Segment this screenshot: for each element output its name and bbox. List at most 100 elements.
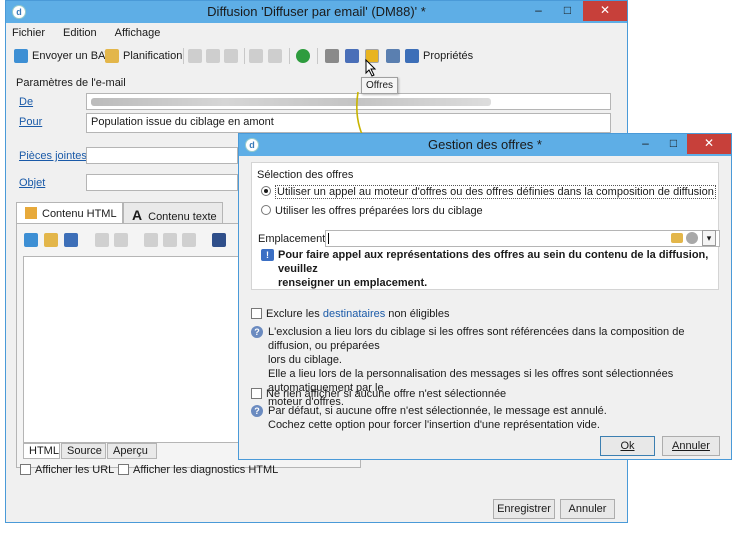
planning-button[interactable]: Planification xyxy=(105,47,182,65)
new-icon[interactable] xyxy=(24,233,38,247)
location-info-text: Pour faire appel aux représentations des… xyxy=(278,248,718,290)
main-toolbar: Envoyer un BAT Planification Propriétés xyxy=(9,45,624,67)
attachments-field[interactable] xyxy=(86,147,238,164)
tab-html-content[interactable]: Contenu HTML xyxy=(16,202,123,224)
redo-icon[interactable] xyxy=(268,49,282,63)
from-label[interactable]: De xyxy=(19,96,33,108)
tab-text-content[interactable]: A Contenu texte xyxy=(123,202,223,224)
offers-dialog: d Gestion des offres * – □ ✕ Sélection d… xyxy=(238,133,732,460)
show-urls-label: Afficher les URL xyxy=(35,464,115,476)
show-html-diag-checkbox[interactable] xyxy=(118,464,129,475)
location-info-line-2: renseigner un emplacement. xyxy=(278,277,428,289)
redo-icon[interactable] xyxy=(114,233,128,247)
attachments-label[interactable]: Pièces jointes xyxy=(19,150,87,162)
to-label[interactable]: Pour xyxy=(19,116,42,128)
location-field[interactable] xyxy=(325,230,720,247)
properties-icon xyxy=(405,49,419,63)
exclude-recipients-checkbox[interactable] xyxy=(251,308,262,319)
copy-icon[interactable] xyxy=(188,49,202,63)
menu-edit[interactable]: Edition xyxy=(60,25,100,41)
toolbar-separator xyxy=(289,48,290,64)
location-info-line-1: Pour faire appel aux représentations des… xyxy=(278,249,709,275)
toolbar-separator xyxy=(317,48,318,64)
refresh-icon[interactable] xyxy=(296,49,310,63)
dialog-maximize-button[interactable]: □ xyxy=(660,134,687,154)
radio-offer-engine[interactable] xyxy=(261,186,271,196)
text-content-icon: A xyxy=(132,207,143,223)
no-offer-option[interactable]: Ne rien afficher si aucune offre n'est s… xyxy=(251,388,506,400)
cancel-button[interactable]: Annuler xyxy=(560,499,615,519)
calendar-icon xyxy=(105,49,119,63)
save-button[interactable]: Enregistrer xyxy=(493,499,555,519)
properties-button[interactable]: Propriétés xyxy=(405,47,473,65)
html-content-icon xyxy=(25,207,37,219)
ok-button[interactable]: Ok xyxy=(600,436,655,456)
to-field[interactable]: Population issue du ciblage en amont xyxy=(86,113,611,133)
send-bat-icon xyxy=(14,49,28,63)
help-icon: ? xyxy=(251,326,263,338)
copy-icon[interactable] xyxy=(144,233,158,247)
minimize-button[interactable]: – xyxy=(525,1,552,21)
undo-icon[interactable] xyxy=(95,233,109,247)
exclude-help-line-1: L'exclusion a lieu lors du ciblage si le… xyxy=(268,326,685,352)
no-offer-help-text: Par défaut, si aucune offre n'est sélect… xyxy=(268,404,728,432)
offer-selection-title: Sélection des offres xyxy=(257,169,354,181)
dialog-titlebar: d Gestion des offres * – □ ✕ xyxy=(239,134,731,156)
dialog-close-button[interactable]: ✕ xyxy=(687,134,731,154)
radio-prepared-offers-label: Utiliser les offres préparées lors du ci… xyxy=(275,205,483,217)
radio-offer-engine-option[interactable]: Utiliser un appel au moteur d'offres ou … xyxy=(261,185,716,199)
chevron-down-icon[interactable]: ▾ xyxy=(702,230,716,246)
close-button[interactable]: ✕ xyxy=(583,1,627,21)
dialog-cancel-button[interactable]: Annuler xyxy=(662,436,720,456)
personalization-icon[interactable] xyxy=(386,49,400,63)
tab-text-content-label: Contenu texte xyxy=(148,211,217,223)
text-cursor xyxy=(328,233,329,244)
show-html-diag-label: Afficher les diagnostics HTML xyxy=(133,464,279,476)
attachment-icon[interactable] xyxy=(325,49,339,63)
toolbar-separator xyxy=(183,48,184,64)
find-icon[interactable] xyxy=(212,233,226,247)
show-urls-checkbox[interactable] xyxy=(20,464,31,475)
menu-file[interactable]: Fichier xyxy=(9,25,48,41)
exclude-suffix: non éligibles xyxy=(385,308,450,320)
toolbar-separator xyxy=(244,48,245,64)
no-offer-checkbox[interactable] xyxy=(251,388,262,399)
properties-label: Propriétés xyxy=(423,50,474,62)
dialog-minimize-button[interactable]: – xyxy=(632,134,659,154)
main-titlebar: d Diffusion 'Diffuser par email' (DM88)'… xyxy=(6,1,627,23)
mouse-cursor-icon xyxy=(365,59,377,77)
subject-label[interactable]: Objet xyxy=(19,177,45,189)
no-offer-label: Ne rien afficher si aucune offre n'est s… xyxy=(266,388,507,400)
tab-html-content-label: Contenu HTML xyxy=(42,208,117,220)
maximize-button[interactable]: □ xyxy=(554,1,581,21)
subject-field[interactable] xyxy=(86,174,238,191)
to-value: Population issue du ciblage en amont xyxy=(91,116,274,128)
save-icon[interactable] xyxy=(64,233,78,247)
menu-bar: Fichier Edition Affichage xyxy=(9,25,175,43)
send-bat-button[interactable]: Envoyer un BAT xyxy=(14,47,111,65)
from-field[interactable] xyxy=(86,93,611,110)
folder-icon[interactable] xyxy=(671,233,683,243)
paste-icon[interactable] xyxy=(182,233,196,247)
menu-view[interactable]: Affichage xyxy=(112,25,164,41)
tab-preview[interactable]: Aperçu xyxy=(107,443,157,459)
radio-prepared-offers[interactable] xyxy=(261,205,271,215)
open-icon[interactable] xyxy=(44,233,58,247)
offer-selection-section: Sélection des offres Utiliser un appel a… xyxy=(251,162,720,290)
tab-html[interactable]: HTML xyxy=(23,443,60,459)
recipients-link[interactable]: destinataires xyxy=(323,308,385,320)
cut-icon[interactable] xyxy=(163,233,177,247)
search-icon[interactable] xyxy=(686,232,698,244)
location-label: Emplacement: xyxy=(258,233,329,245)
info-icon: ! xyxy=(261,249,274,261)
radio-prepared-offers-option[interactable]: Utiliser les offres préparées lors du ci… xyxy=(261,205,483,217)
show-html-diag-option[interactable]: Afficher les diagnostics HTML xyxy=(118,464,278,476)
tab-source[interactable]: Source xyxy=(61,443,106,459)
exclude-recipients-option[interactable]: Exclure les destinataires non éligibles xyxy=(251,308,449,320)
link-icon[interactable] xyxy=(345,49,359,63)
blurred-sender xyxy=(91,98,491,106)
paste-icon[interactable] xyxy=(224,49,238,63)
show-urls-option[interactable]: Afficher les URL xyxy=(20,464,114,476)
undo-icon[interactable] xyxy=(249,49,263,63)
cut-icon[interactable] xyxy=(206,49,220,63)
